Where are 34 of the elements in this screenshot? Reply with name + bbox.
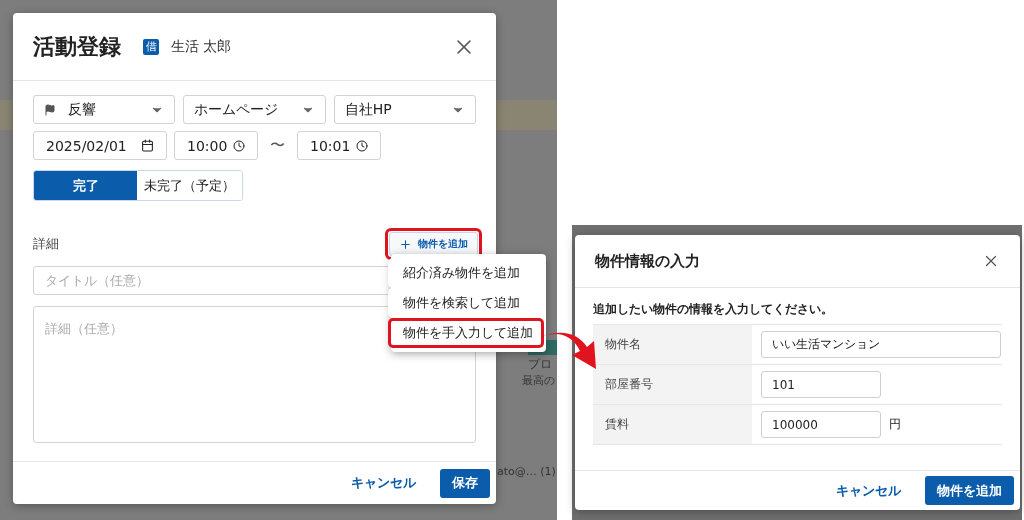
- text-field[interactable]: いい生活マンション: [761, 331, 1001, 358]
- date-field[interactable]: 2025/02/01: [33, 131, 167, 160]
- calendar-icon: [141, 139, 154, 152]
- instruction-text: 追加したい物件の情報を入力してください。: [593, 301, 834, 318]
- flag-icon: [44, 103, 56, 116]
- field-label: 物件名: [593, 325, 752, 364]
- select-field[interactable]: 反響: [33, 95, 176, 124]
- time-field[interactable]: 10:00: [174, 131, 258, 160]
- section-label: 詳細: [33, 235, 59, 253]
- cancel-button[interactable]: キャンセル: [830, 480, 907, 501]
- select-field[interactable]: 自社HP: [333, 95, 476, 124]
- text-field[interactable]: 101: [761, 371, 881, 398]
- dialog-title: 物件情報の入力: [595, 251, 700, 271]
- tenant-badge: 借: [143, 38, 159, 55]
- range-separator: 〜: [269, 136, 286, 155]
- field-label: 賃料: [593, 405, 752, 444]
- customer-name: 生活 太郎: [171, 37, 232, 56]
- select-field[interactable]: ホームページ: [183, 95, 326, 124]
- field-label: 部屋番号: [593, 365, 752, 404]
- add-property-button[interactable]: 物件を追加: [389, 232, 478, 256]
- text-field[interactable]: 100000: [761, 411, 881, 438]
- background-text: 最高の: [522, 373, 555, 388]
- save-button[interactable]: 保存: [440, 468, 490, 498]
- plus-icon: [399, 237, 412, 251]
- status-toggle[interactable]: 完了: [34, 171, 137, 200]
- background-text: ato@… (1): [497, 465, 556, 478]
- add-property-button[interactable]: 物件を追加: [925, 476, 1014, 505]
- dialog-title: 活動登録: [33, 32, 121, 61]
- clock-icon: [356, 139, 368, 152]
- cancel-button[interactable]: キャンセル: [345, 473, 422, 493]
- menu-item[interactable]: 物件を手入力して追加: [388, 318, 544, 348]
- unit-label: 円: [889, 416, 901, 433]
- time-field[interactable]: 10:01: [297, 131, 381, 160]
- clock-icon: [233, 139, 245, 152]
